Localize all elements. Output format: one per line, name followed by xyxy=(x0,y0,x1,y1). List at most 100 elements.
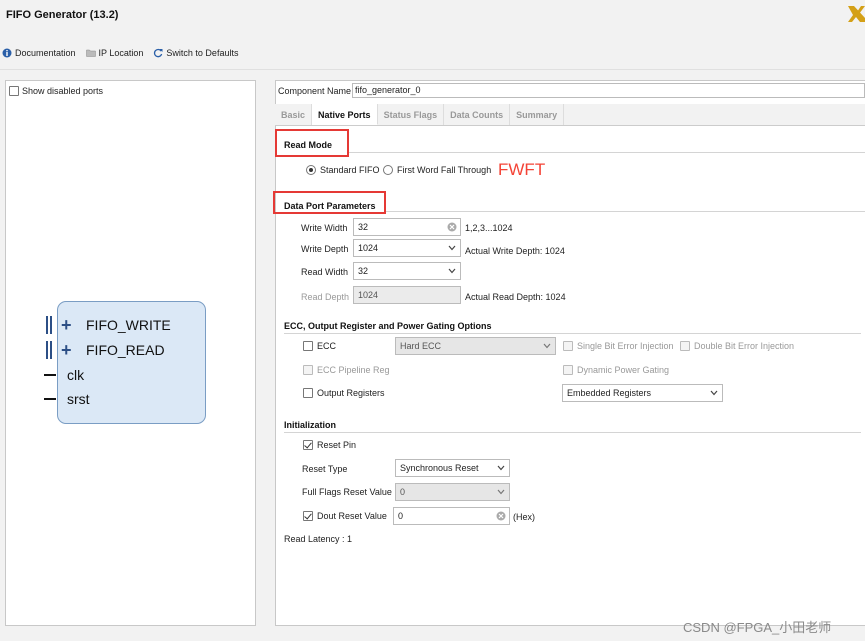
output-registers-select[interactable]: Embedded Registers xyxy=(562,384,723,402)
port-srst: srst xyxy=(67,391,90,407)
tab-summary[interactable]: Summary xyxy=(510,104,565,125)
write-depth-value: 1024 xyxy=(358,243,379,253)
documentation-button[interactable]: Documentation xyxy=(2,48,76,58)
single-bit-option[interactable]: Single Bit Error Injection xyxy=(563,341,674,351)
ecc-pipeline-label: ECC Pipeline Reg xyxy=(317,365,390,375)
wire-line xyxy=(44,374,56,376)
single-bit-label: Single Bit Error Injection xyxy=(577,341,674,351)
show-disabled-ports-label: Show disabled ports xyxy=(22,86,104,96)
fwft-option[interactable]: First Word Fall Through xyxy=(383,165,491,175)
ecc-type-select[interactable]: Hard ECC xyxy=(395,337,556,355)
ecc-pipeline-checkbox[interactable] xyxy=(303,365,313,375)
clear-icon[interactable] xyxy=(496,511,506,521)
standard-fifo-label: Standard FIFO xyxy=(320,165,380,175)
write-width-label: Write Width xyxy=(301,223,348,233)
reset-type-select[interactable]: Synchronous Reset xyxy=(395,459,510,477)
dout-reset-input[interactable]: 0 xyxy=(393,507,510,525)
tab-status-flags[interactable]: Status Flags xyxy=(378,104,445,125)
section-divider xyxy=(386,211,865,212)
ip-location-label: IP Location xyxy=(98,48,144,58)
tab-basic[interactable]: Basic xyxy=(275,104,313,125)
info-icon xyxy=(2,48,12,58)
expand-plus-icon[interactable]: + xyxy=(61,341,72,359)
reset-type-label: Reset Type xyxy=(302,464,348,474)
full-flags-select[interactable]: 0 xyxy=(395,483,510,501)
ecc-option[interactable]: ECC xyxy=(303,341,336,351)
bus-marker-icon xyxy=(50,341,52,359)
ecc-section-title: ECC, Output Register and Power Gating Op… xyxy=(284,321,492,331)
double-bit-checkbox[interactable] xyxy=(680,341,690,351)
write-width-value: 32 xyxy=(358,222,369,232)
reset-pin-label: Reset Pin xyxy=(317,440,357,450)
tab-bar: Basic Native Ports Status Flags Data Cou… xyxy=(275,104,865,126)
port-fifo-read: FIFO_READ xyxy=(86,342,165,358)
section-divider xyxy=(284,432,861,433)
expand-plus-icon[interactable]: + xyxy=(61,316,72,334)
dynamic-power-option[interactable]: Dynamic Power Gating xyxy=(563,365,669,375)
write-depth-hint: Actual Write Depth: 1024 xyxy=(465,246,565,256)
tab-data-counts[interactable]: Data Counts xyxy=(444,104,511,125)
chevron-down-icon xyxy=(710,390,718,396)
standard-fifo-option[interactable]: Standard FIFO xyxy=(306,165,380,175)
config-panel xyxy=(275,80,865,626)
reset-pin-option[interactable]: Reset Pin xyxy=(303,440,356,450)
clear-icon[interactable] xyxy=(447,222,457,232)
standard-fifo-radio[interactable] xyxy=(306,165,316,175)
output-registers-value: Embedded Registers xyxy=(567,388,652,398)
double-bit-option[interactable]: Double Bit Error Injection xyxy=(680,341,794,351)
read-depth-field: 1024 xyxy=(353,286,461,304)
read-latency: Read Latency : 1 xyxy=(284,534,353,544)
ip-location-button[interactable]: IP Location xyxy=(85,48,144,58)
chevron-down-icon xyxy=(448,245,456,251)
wire-line xyxy=(44,398,56,400)
folder-icon xyxy=(85,49,96,57)
output-registers-checkbox[interactable] xyxy=(303,388,313,398)
documentation-label: Documentation xyxy=(15,48,76,58)
bus-marker-icon xyxy=(46,316,48,334)
dout-reset-label: Dout Reset Value xyxy=(317,511,387,521)
ecc-pipeline-option[interactable]: ECC Pipeline Reg xyxy=(303,365,390,375)
fwft-annotation: FWFT xyxy=(498,160,546,179)
bus-marker-icon xyxy=(46,341,48,359)
window-title: FIFO Generator (13.2) xyxy=(6,9,119,21)
dout-reset-checkbox[interactable] xyxy=(303,511,313,521)
chevron-down-icon xyxy=(497,465,505,471)
fwft-label: First Word Fall Through xyxy=(397,165,492,175)
output-registers-option[interactable]: Output Registers xyxy=(303,388,385,398)
dynamic-power-label: Dynamic Power Gating xyxy=(577,365,670,375)
watermark: CSDN @FPGA_小田老师 xyxy=(683,620,832,635)
section-divider xyxy=(349,152,865,153)
show-disabled-ports-option[interactable]: Show disabled ports xyxy=(9,86,103,96)
toolbar-divider xyxy=(0,69,865,70)
chevron-down-icon xyxy=(543,343,551,349)
write-width-input[interactable]: 32 xyxy=(353,218,461,236)
fwft-radio[interactable] xyxy=(383,165,393,175)
read-width-value: 32 xyxy=(358,266,369,276)
ecc-label: ECC xyxy=(317,341,337,351)
write-depth-label: Write Depth xyxy=(301,244,349,254)
reset-pin-checkbox[interactable] xyxy=(303,440,313,450)
ecc-type-value: Hard ECC xyxy=(400,341,442,351)
chevron-down-icon xyxy=(448,268,456,274)
read-width-select[interactable]: 32 xyxy=(353,262,461,280)
read-depth-label: Read Depth xyxy=(301,292,350,302)
ecc-checkbox[interactable] xyxy=(303,341,313,351)
output-registers-label: Output Registers xyxy=(317,388,385,398)
component-name-input[interactable]: fifo_generator_0 xyxy=(352,83,865,98)
switch-defaults-button[interactable]: Switch to Defaults xyxy=(153,48,238,58)
toolbar: Documentation IP Location Switch to Defa… xyxy=(2,46,238,60)
vendor-logo-icon xyxy=(848,6,865,22)
read-depth-hint: Actual Read Depth: 1024 xyxy=(465,292,566,302)
show-disabled-ports-checkbox[interactable] xyxy=(9,86,19,96)
dynamic-power-checkbox[interactable] xyxy=(563,365,573,375)
dout-unit: (Hex) xyxy=(513,512,535,522)
read-mode-title: Read Mode xyxy=(284,140,333,150)
single-bit-checkbox[interactable] xyxy=(563,341,573,351)
tab-native-ports[interactable]: Native Ports xyxy=(312,104,378,125)
dout-reset-option[interactable]: Dout Reset Value xyxy=(303,511,387,521)
port-fifo-write: FIFO_WRITE xyxy=(86,317,171,333)
read-width-label: Read Width xyxy=(301,267,349,277)
write-depth-select[interactable]: 1024 xyxy=(353,239,461,257)
refresh-icon xyxy=(154,48,163,58)
component-name-label: Component Name xyxy=(278,86,352,96)
